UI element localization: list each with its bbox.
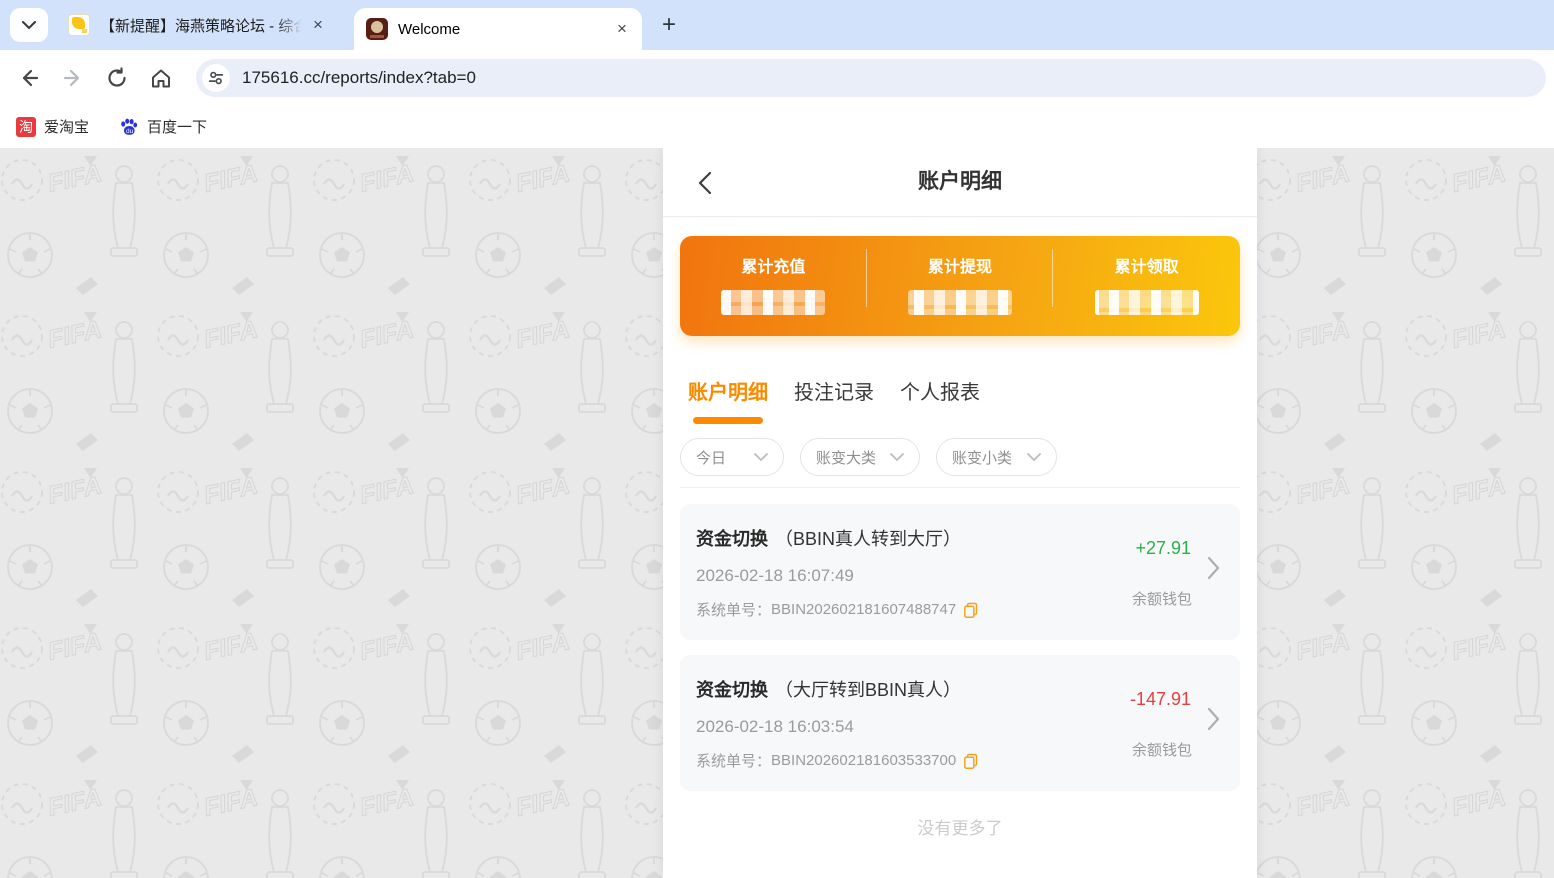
new-tab-button[interactable]: +: [654, 10, 684, 40]
chevron-down-icon: [22, 21, 36, 30]
close-icon[interactable]: ×: [308, 15, 328, 35]
back-arrow-icon: [17, 66, 41, 90]
filter-label: 账变小类: [952, 447, 1012, 468]
bookmark-label: 爱淘宝: [44, 116, 89, 137]
transaction-row[interactable]: 资金切换 （大厅转到BBIN真人） 2026-02-18 16:03:54 系统单…: [680, 655, 1240, 791]
filter-row: 今日 账变大类 账变小类: [680, 438, 1240, 488]
site-settings-icon: [207, 69, 225, 87]
baidu-paw-icon: du: [119, 117, 139, 137]
stat-label: 累计提现: [867, 253, 1054, 277]
transaction-time: 2026-02-18 16:07:49: [696, 566, 1090, 586]
transaction-time: 2026-02-18 16:03:54: [696, 717, 1090, 737]
transaction-wallet: 余额钱包: [1132, 588, 1192, 609]
url-bar[interactable]: 175616.cc/reports/index?tab=0: [196, 59, 1546, 97]
chevron-left-icon: [694, 170, 716, 196]
site-info-button[interactable]: [202, 64, 230, 92]
browser-toolbar: 175616.cc/reports/index?tab=0: [0, 50, 1554, 105]
filter-date-dropdown[interactable]: 今日: [680, 438, 784, 476]
transaction-order: 系统单号： BBIN202602181603533700: [696, 750, 1090, 771]
filter-label: 今日: [696, 447, 726, 468]
transaction-order: 系统单号： BBIN202602181607488747: [696, 599, 1090, 620]
back-button[interactable]: [10, 59, 48, 97]
tab-personal-report[interactable]: 个人报表: [900, 376, 980, 424]
transaction-wallet: 余额钱包: [1132, 739, 1192, 760]
transaction-detail: （大厅转到BBIN真人）: [775, 680, 961, 700]
browser-tab-forum[interactable]: 【新提醒】海燕策略论坛 - 综合 ×: [56, 0, 338, 50]
masked-value: [1095, 290, 1199, 315]
stat-total-claim: 累计领取: [1053, 236, 1240, 336]
transaction-type: 资金切换: [696, 529, 768, 549]
bookmark-taobao[interactable]: 淘 爱淘宝: [16, 116, 89, 137]
tab-account-details[interactable]: 账户明细: [688, 376, 768, 424]
tab-bet-records[interactable]: 投注记录: [794, 376, 874, 424]
copy-icon: [963, 753, 979, 769]
page-back-button[interactable]: [691, 169, 719, 197]
close-icon[interactable]: ×: [612, 19, 632, 39]
forward-arrow-icon: [61, 66, 85, 90]
transaction-amount: -147.91: [1130, 689, 1191, 710]
transaction-list: 资金切换 （BBIN真人转到大厅） 2026-02-18 16:07:49 系统单…: [663, 488, 1257, 839]
chevron-down-icon: [890, 453, 904, 461]
copy-icon: [963, 602, 979, 618]
stat-total-withdraw: 累计提现: [867, 236, 1054, 336]
masked-value: [721, 290, 825, 315]
chevron-right-icon: [1207, 556, 1220, 580]
no-more-text: 没有更多了: [680, 814, 1240, 839]
bookmark-label: 百度一下: [147, 116, 207, 137]
reload-icon: [105, 66, 129, 90]
transaction-row[interactable]: 资金切换 （BBIN真人转到大厅） 2026-02-18 16:07:49 系统单…: [680, 504, 1240, 640]
svg-text:du: du: [126, 128, 134, 135]
bookmarks-bar: 淘 爱淘宝 du 百度一下: [0, 105, 1554, 148]
stat-label: 累计充值: [680, 253, 867, 277]
forward-button[interactable]: [54, 59, 92, 97]
transaction-title: 资金切换 （BBIN真人转到大厅）: [696, 525, 1090, 551]
tab-strip: 【新提醒】海燕策略论坛 - 综合 × Welcome × +: [0, 0, 1554, 50]
account-panel: 账户明细 累计充值 累计提现 累计领取 账户明细 投注记录: [663, 148, 1257, 878]
active-tab-underline: [693, 417, 763, 424]
filter-minor-type-dropdown[interactable]: 账变小类: [936, 438, 1057, 476]
copy-button[interactable]: [963, 602, 979, 618]
transaction-detail: （BBIN真人转到大厅）: [775, 529, 961, 549]
forum-favicon-icon: [68, 14, 90, 36]
filter-major-type-dropdown[interactable]: 账变大类: [800, 438, 920, 476]
stat-total-deposit: 累计充值: [680, 236, 867, 336]
filter-label: 账变大类: [816, 447, 876, 468]
order-label: 系统单号：: [696, 750, 771, 771]
order-number: BBIN202602181603533700: [771, 752, 956, 769]
stat-label: 累计领取: [1053, 253, 1240, 277]
reload-button[interactable]: [98, 59, 136, 97]
taobao-icon: 淘: [16, 117, 36, 137]
tab-label: 账户明细: [688, 382, 768, 404]
page-content: FIFA 账户明细: [0, 148, 1554, 878]
tab-label: 个人报表: [900, 382, 980, 404]
panel-header: 账户明细: [663, 148, 1257, 217]
url-text: 175616.cc/reports/index?tab=0: [242, 68, 476, 88]
tab-label: 投注记录: [794, 382, 874, 404]
summary-card: 累计充值 累计提现 累计领取: [680, 236, 1240, 336]
copy-button[interactable]: [963, 753, 979, 769]
home-icon: [149, 66, 173, 90]
tab-title: 【新提醒】海燕策略论坛 - 综合: [100, 15, 302, 36]
tab-search-button[interactable]: [10, 8, 48, 42]
report-tabs: 账户明细 投注记录 个人报表: [688, 376, 1240, 424]
bookmark-baidu[interactable]: du 百度一下: [119, 116, 207, 137]
transaction-type: 资金切换: [696, 680, 768, 700]
transaction-amount: +27.91: [1135, 538, 1191, 559]
page-title: 账户明细: [663, 148, 1257, 216]
chevron-down-icon: [754, 453, 768, 461]
browser-tab-welcome[interactable]: Welcome ×: [354, 8, 642, 50]
order-label: 系统单号：: [696, 599, 771, 620]
transaction-title: 资金切换 （大厅转到BBIN真人）: [696, 676, 1090, 702]
home-button[interactable]: [142, 59, 180, 97]
order-number: BBIN202602181607488747: [771, 601, 956, 618]
chevron-right-icon: [1207, 707, 1220, 731]
chevron-down-icon: [1027, 453, 1041, 461]
masked-value: [908, 290, 1012, 315]
tab-title: Welcome: [398, 21, 606, 38]
welcome-favicon-icon: [366, 18, 388, 40]
